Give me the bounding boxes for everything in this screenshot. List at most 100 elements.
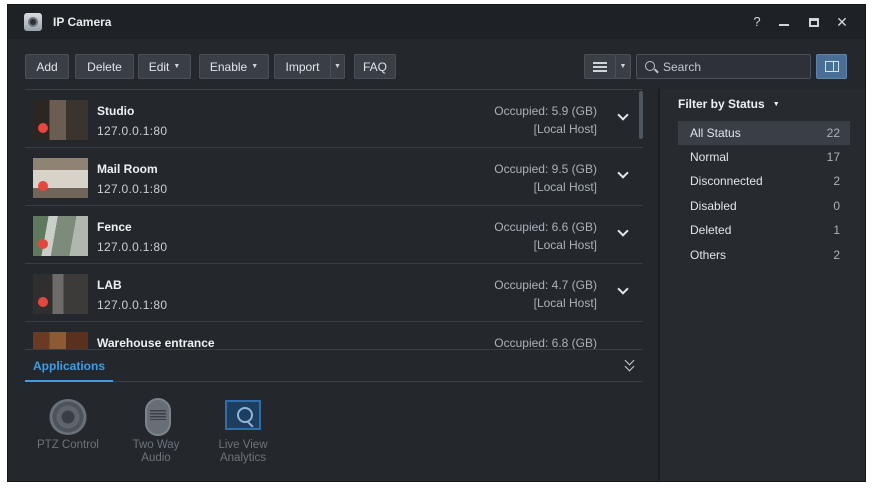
recording-status-icon bbox=[38, 297, 48, 307]
filter-item-deleted[interactable]: Deleted 1 bbox=[678, 218, 850, 242]
side-panel-icon bbox=[824, 61, 839, 72]
caret-down-icon: ▼ bbox=[334, 63, 341, 70]
filter-count: 0 bbox=[833, 199, 840, 213]
expand-camera-button[interactable] bbox=[615, 166, 631, 182]
app-label: Live View Analytics bbox=[218, 439, 268, 464]
camera-thumbnail bbox=[33, 100, 88, 140]
camera-occupied: Occupied: 9.5 (GB) bbox=[494, 162, 597, 176]
faq-button[interactable]: FAQ bbox=[354, 54, 396, 79]
expand-camera-button[interactable] bbox=[615, 224, 631, 240]
two-way-audio-icon bbox=[145, 398, 171, 436]
filter-count: 2 bbox=[833, 248, 840, 262]
toggle-panel-button[interactable] bbox=[816, 54, 847, 79]
camera-thumbnail bbox=[33, 158, 88, 198]
ip-camera-window: IP Camera ? ✕ Add Delete Edit ▼ Enable ▼ I… bbox=[7, 4, 866, 482]
camera-name: Warehouse entrance bbox=[97, 336, 215, 349]
chevron-down-icon bbox=[617, 283, 629, 295]
camera-thumbnail bbox=[33, 216, 88, 256]
live-view-analytics-icon bbox=[225, 400, 261, 430]
camera-thumbnail bbox=[33, 332, 88, 349]
edit-button-label: Edit bbox=[148, 59, 170, 74]
filter-count: 2 bbox=[833, 174, 840, 188]
filter-item-disabled[interactable]: Disabled 0 bbox=[678, 194, 850, 218]
ip-camera-app-icon bbox=[24, 13, 42, 31]
app-label: Two Way Audio bbox=[132, 439, 180, 464]
camera-row-lab[interactable]: LAB 127.0.0.1:80 Occupied: 4.7 (GB) [Loc… bbox=[25, 264, 643, 322]
chevron-down-icon bbox=[617, 167, 629, 179]
camera-row-warehouse-entrance[interactable]: Warehouse entrance Occupied: 6.8 (GB) bbox=[25, 322, 643, 349]
filter-header-label: Filter by Status bbox=[678, 97, 765, 111]
app-ptz-control[interactable]: PTZ Control bbox=[28, 395, 108, 470]
edit-button[interactable]: Edit ▼ bbox=[138, 54, 191, 79]
camera-host: [Local Host] bbox=[533, 238, 597, 252]
camera-occupied: Occupied: 5.9 (GB) bbox=[494, 104, 597, 118]
recording-status-icon bbox=[38, 239, 48, 249]
list-view-icon bbox=[593, 61, 607, 72]
filter-label: All Status bbox=[690, 126, 741, 140]
caret-down-icon: ▼ bbox=[772, 100, 780, 108]
camera-occupied: Occupied: 6.6 (GB) bbox=[494, 220, 597, 234]
camera-row-fence[interactable]: Fence 127.0.0.1:80 Occupied: 6.6 (GB) [L… bbox=[25, 206, 643, 264]
app-live-view-analytics[interactable]: Live View Analytics bbox=[203, 395, 283, 470]
filter-count: 1 bbox=[833, 223, 840, 237]
help-button[interactable]: ? bbox=[748, 13, 766, 31]
search-input[interactable] bbox=[663, 58, 803, 76]
delete-button-label: Delete bbox=[87, 59, 122, 74]
chevron-down-icon bbox=[617, 225, 629, 237]
delete-button[interactable]: Delete bbox=[75, 54, 134, 79]
add-button[interactable]: Add bbox=[25, 54, 69, 79]
import-dropdown-button[interactable]: ▼ bbox=[330, 54, 345, 79]
camera-occupied: Occupied: 6.8 (GB) bbox=[494, 336, 597, 349]
camera-list: Studio 127.0.0.1:80 Occupied: 5.9 (GB) [… bbox=[25, 89, 643, 349]
list-view-button[interactable] bbox=[584, 54, 616, 79]
recording-status-icon bbox=[38, 181, 48, 191]
maximize-button[interactable] bbox=[805, 13, 823, 31]
filter-label: Normal bbox=[690, 150, 729, 164]
camera-address: 127.0.0.1:80 bbox=[97, 240, 168, 254]
view-dropdown-button[interactable]: ▼ bbox=[615, 54, 631, 79]
camera-row-studio[interactable]: Studio 127.0.0.1:80 Occupied: 5.9 (GB) [… bbox=[25, 90, 643, 148]
search-icon bbox=[645, 61, 655, 71]
app-two-way-audio[interactable]: Two Way Audio bbox=[116, 395, 196, 470]
filter-item-all-status[interactable]: All Status 22 bbox=[678, 121, 850, 145]
enable-button-label: Enable bbox=[209, 59, 248, 74]
import-button-label: Import bbox=[285, 59, 320, 74]
caret-down-icon: ▼ bbox=[619, 63, 627, 70]
enable-button[interactable]: Enable ▼ bbox=[199, 54, 269, 79]
filter-item-normal[interactable]: Normal 17 bbox=[678, 145, 850, 169]
camera-address: 127.0.0.1:80 bbox=[97, 298, 168, 312]
minimize-button[interactable] bbox=[775, 13, 793, 31]
ptz-control-icon bbox=[49, 399, 87, 435]
camera-address: 127.0.0.1:80 bbox=[97, 182, 168, 196]
applications-tab-bar: Applications bbox=[25, 349, 643, 382]
camera-name: Studio bbox=[97, 104, 135, 118]
camera-name: LAB bbox=[97, 278, 122, 292]
expand-camera-button[interactable] bbox=[615, 108, 631, 124]
filter-label: Disconnected bbox=[690, 174, 763, 188]
status-filter-panel: Filter by Status ▼ All Status 22 Normal … bbox=[658, 89, 865, 481]
camera-host: [Local Host] bbox=[533, 122, 597, 136]
filter-label: Deleted bbox=[690, 223, 732, 237]
filter-count: 17 bbox=[826, 150, 840, 164]
filter-item-others[interactable]: Others 2 bbox=[678, 243, 850, 267]
title-bar: IP Camera ? ✕ bbox=[8, 5, 865, 39]
collapse-applications-button[interactable] bbox=[623, 355, 637, 373]
import-button[interactable]: Import bbox=[274, 54, 331, 79]
camera-host: [Local Host] bbox=[533, 180, 597, 194]
chevron-down-icon bbox=[617, 109, 629, 121]
caret-down-icon: ▼ bbox=[251, 63, 259, 70]
filter-label: Others bbox=[690, 248, 727, 262]
filter-by-status-dropdown[interactable]: Filter by Status ▼ bbox=[678, 97, 780, 111]
filter-count: 22 bbox=[826, 126, 840, 140]
filter-item-disconnected[interactable]: Disconnected 2 bbox=[678, 169, 850, 193]
caret-down-icon: ▼ bbox=[173, 63, 181, 70]
camera-name: Mail Room bbox=[97, 162, 158, 176]
search-box[interactable] bbox=[636, 54, 811, 79]
tab-applications[interactable]: Applications bbox=[33, 359, 105, 373]
close-button[interactable]: ✕ bbox=[833, 13, 851, 31]
app-label: PTZ Control bbox=[37, 439, 99, 451]
camera-row-mail-room[interactable]: Mail Room 127.0.0.1:80 Occupied: 9.5 (GB… bbox=[25, 148, 643, 206]
expand-camera-button[interactable] bbox=[615, 282, 631, 298]
window-title: IP Camera bbox=[53, 15, 112, 29]
camera-list-scrollbar[interactable] bbox=[639, 91, 643, 139]
